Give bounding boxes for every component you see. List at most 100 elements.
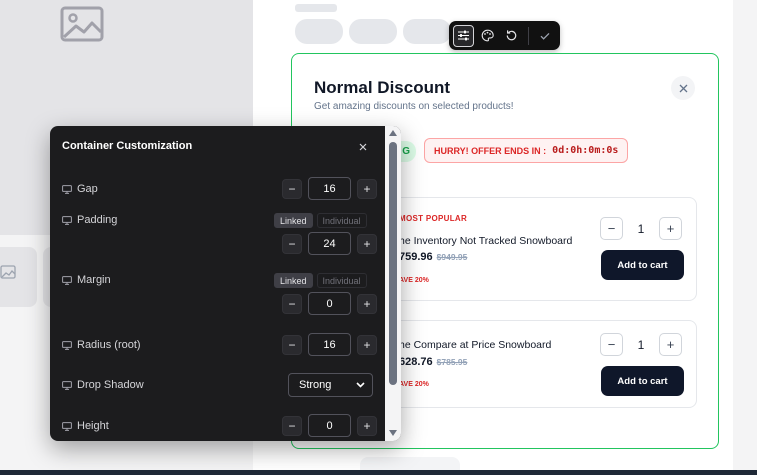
reset-icon — [506, 30, 517, 41]
product-card[interactable]: MOST POPULAR he Inventory Not Tracked Sn… — [352, 197, 697, 301]
radius-stepper: − 16 + — [282, 333, 377, 356]
card-title: Normal Discount — [314, 78, 451, 97]
product-price: 628.76 — [399, 356, 433, 368]
panel-scrollbar[interactable] — [385, 126, 401, 441]
monitor-icon — [62, 215, 72, 225]
gap-increase-button[interactable]: + — [357, 178, 377, 199]
palette-icon — [481, 29, 494, 42]
radius-input[interactable]: 16 — [308, 333, 351, 356]
gap-label-text: Gap — [77, 183, 98, 195]
image-icon — [60, 6, 104, 42]
monitor-icon — [62, 184, 72, 194]
monitor-icon — [62, 380, 72, 390]
quantity-value: 1 — [637, 221, 645, 236]
scrollbar-thumb[interactable] — [389, 142, 397, 385]
product-price-line: 759.96 $949.95 — [399, 251, 467, 263]
quantity-stepper: − 1 + — [600, 333, 682, 356]
chevron-down-icon — [356, 382, 365, 388]
padding-increase-button[interactable]: + — [357, 233, 377, 254]
monitor-icon — [62, 340, 72, 350]
padding-individual-option[interactable]: Individual — [316, 213, 367, 228]
margin-label-text: Margin — [77, 274, 111, 286]
margin-label: Margin — [62, 274, 111, 286]
height-input[interactable]: 0 — [308, 414, 351, 437]
add-to-cart-button[interactable]: Add to cart — [601, 250, 684, 280]
product-name: he Compare at Price Snowboard — [399, 339, 552, 351]
right-strip — [733, 0, 757, 470]
drop-shadow-label: Drop Shadow — [62, 379, 144, 391]
margin-mode-toggle: Linked Individual — [274, 273, 367, 288]
add-to-cart-button[interactable]: Add to cart — [601, 366, 684, 396]
gap-decrease-button[interactable]: − — [282, 178, 302, 199]
save-label: AVE 20% — [399, 277, 429, 284]
thumbnail-1[interactable] — [0, 247, 37, 307]
drop-shadow-value: Strong — [299, 379, 332, 391]
theme-button[interactable] — [477, 25, 498, 47]
timer-value: 0d:0h:0m:0s — [552, 145, 619, 156]
skeleton-tab — [360, 457, 460, 471]
customize-button[interactable] — [453, 24, 475, 47]
drop-shadow-select[interactable]: Strong — [288, 373, 373, 397]
card-close-button[interactable] — [671, 76, 695, 100]
product-price-line: 628.76 $785.95 — [399, 356, 467, 368]
gap-stepper: − 16 + — [282, 177, 377, 200]
quantity-value: 1 — [637, 337, 645, 352]
skeleton-line — [295, 4, 337, 12]
close-icon — [679, 84, 687, 92]
decrease-quantity-button[interactable]: − — [600, 217, 623, 240]
monitor-icon — [62, 421, 72, 431]
countdown-timer: HURRY! OFFER ENDS IN : 0d:0h:0m:0s — [424, 138, 629, 163]
margin-input[interactable]: 0 — [308, 292, 351, 315]
popular-badge: MOST POPULAR — [399, 214, 468, 223]
save-label: AVE 20% — [399, 381, 429, 388]
card-subtitle: Get amazing discounts on selected produc… — [314, 101, 514, 112]
apply-button[interactable] — [535, 25, 556, 47]
increase-quantity-button[interactable]: + — [659, 333, 682, 356]
radius-decrease-button[interactable]: − — [282, 334, 302, 355]
image-icon — [0, 265, 16, 279]
padding-label: Padding — [62, 214, 117, 226]
sliders-icon — [458, 30, 470, 41]
panel-close-button[interactable] — [355, 139, 371, 155]
panel-title: Container Customization — [62, 140, 193, 152]
radius-label-text: Radius (root) — [77, 339, 141, 351]
padding-label-text: Padding — [77, 214, 118, 226]
height-label: Height — [62, 420, 109, 432]
margin-linked-option[interactable]: Linked — [274, 273, 313, 288]
drop-shadow-label-text: Drop Shadow — [77, 379, 144, 391]
check-icon — [541, 32, 550, 40]
padding-decrease-button[interactable]: − — [282, 233, 302, 254]
product-price: 759.96 — [399, 251, 433, 263]
floating-toolbar — [449, 21, 560, 50]
margin-stepper: − 0 + — [282, 292, 377, 315]
padding-linked-option[interactable]: Linked — [274, 213, 313, 228]
height-label-text: Height — [77, 420, 109, 432]
height-increase-button[interactable]: + — [357, 415, 377, 436]
product-card[interactable]: he Compare at Price Snowboard 628.76 $785… — [352, 320, 697, 408]
padding-mode-toggle: Linked Individual — [274, 213, 367, 228]
taskbar — [0, 470, 757, 475]
margin-decrease-button[interactable]: − — [282, 293, 302, 314]
margin-increase-button[interactable]: + — [357, 293, 377, 314]
radius-increase-button[interactable]: + — [357, 334, 377, 355]
skeleton-pill — [403, 19, 451, 44]
skeleton-pill — [349, 19, 397, 44]
quantity-stepper: − 1 + — [600, 217, 682, 240]
toolbar-divider — [528, 26, 529, 45]
timer-label: HURRY! OFFER ENDS IN : — [434, 145, 547, 156]
decrease-quantity-button[interactable]: − — [600, 333, 623, 356]
padding-stepper: − 24 + — [282, 232, 377, 255]
reset-button[interactable] — [501, 25, 522, 47]
height-decrease-button[interactable]: − — [282, 415, 302, 436]
compare-price: $949.95 — [436, 252, 468, 262]
increase-quantity-button[interactable]: + — [659, 217, 682, 240]
container-customization-panel: Container Customization Gap − 16 + Paddi… — [50, 126, 401, 441]
skeleton-pill — [295, 19, 343, 44]
close-icon — [359, 143, 367, 151]
padding-input[interactable]: 24 — [308, 232, 351, 255]
gap-input[interactable]: 16 — [308, 177, 351, 200]
height-stepper: − 0 + — [282, 414, 377, 437]
margin-individual-option[interactable]: Individual — [316, 273, 367, 288]
scroll-up-arrow[interactable] — [389, 130, 397, 136]
scroll-down-arrow[interactable] — [389, 430, 397, 436]
